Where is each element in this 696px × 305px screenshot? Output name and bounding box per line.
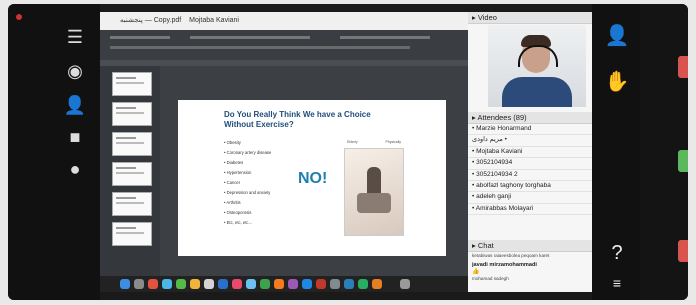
slide-photo: Elderly Physically xyxy=(344,140,404,236)
app-icon[interactable] xyxy=(176,279,186,289)
meeting-window: ☰ ◉ 👤 ■ ● ‏پنجشنبه — Copy.pdf Mojtaba Ka… xyxy=(8,4,688,300)
chat-sender: javadi mirzamohammadi xyxy=(472,262,537,268)
mac-dock xyxy=(100,276,468,292)
help-icon[interactable]: ? xyxy=(604,240,630,266)
app-icon[interactable] xyxy=(302,279,312,289)
shared-screen: ‏پنجشنبه — Copy.pdf Mojtaba Kaviani Do Y… xyxy=(100,12,468,292)
app-icon[interactable] xyxy=(190,279,200,289)
bullet: Obesity xyxy=(224,138,271,148)
chat-header[interactable]: ▸ Chat xyxy=(468,240,592,252)
attendee-item[interactable]: Amirabbas Molayari xyxy=(468,204,592,216)
bullet: Diabetes xyxy=(224,158,271,168)
page-thumbnail[interactable] xyxy=(112,72,152,96)
bullet: Depression and anxiety xyxy=(224,188,271,198)
attendee-item[interactable]: abolfazl taghony torghaba xyxy=(468,181,592,193)
app-icon[interactable] xyxy=(162,279,172,289)
app-icon[interactable] xyxy=(330,279,340,289)
photo-caption-right: Physically xyxy=(385,140,401,144)
current-slide: Do You Really Think We have a Choice Wit… xyxy=(178,100,446,256)
slide-bullets: Obesity Coronary artery disease Diabetes… xyxy=(224,138,271,228)
app-icon[interactable] xyxy=(204,279,214,289)
desktop-edge xyxy=(640,4,688,300)
app-icon[interactable] xyxy=(232,279,242,289)
chat-header-label: Chat xyxy=(477,241,494,250)
user-icon[interactable]: 👤 xyxy=(604,22,630,48)
edge-tab[interactable] xyxy=(678,56,688,78)
attendee-item[interactable]: 3052104934 2 xyxy=(468,170,592,181)
shared-window-title: ‏پنجشنبه — Copy.pdf Mojtaba Kaviani xyxy=(100,12,468,30)
left-rail: ☰ ◉ 👤 ■ ● xyxy=(8,4,100,300)
video-panel: ▸ Video xyxy=(468,12,592,110)
raise-hand-icon[interactable]: ✋ xyxy=(604,68,630,94)
page-thumbnail[interactable] xyxy=(112,222,152,246)
attendee-list: Marzie Honarmand مریم داودی Mojtaba Kavi… xyxy=(468,124,592,216)
thumbnail-panel[interactable] xyxy=(100,66,160,276)
bullet: Osteoporosis xyxy=(224,208,271,218)
app-icon[interactable] xyxy=(246,279,256,289)
page-thumbnail[interactable] xyxy=(112,132,152,156)
app-icon[interactable] xyxy=(134,279,144,289)
edge-tab[interactable] xyxy=(678,150,688,172)
page-thumbnail[interactable] xyxy=(112,162,152,186)
document-owner: Mojtaba Kaviani xyxy=(189,17,239,24)
bullet: Cancer xyxy=(224,178,271,188)
slide-emphasis: NO! xyxy=(298,170,328,187)
thumbs-up-icon: 👍 xyxy=(472,269,480,275)
chat-icon[interactable]: ● xyxy=(62,158,88,180)
attendee-item[interactable]: Marzie Honarmand xyxy=(468,124,592,136)
slide-title: Do You Really Think We have a Choice Wit… xyxy=(224,110,371,129)
bullet: Coronary artery disease xyxy=(224,148,272,158)
attendees-header-label: Attendees (89) xyxy=(477,113,527,122)
video-header-label: Video xyxy=(477,13,497,22)
app-icon[interactable] xyxy=(372,279,382,289)
attendee-item[interactable]: Mojtaba Kaviani xyxy=(468,147,592,159)
attendees-header[interactable]: ▸ Attendees (89) xyxy=(468,112,592,124)
right-controls: 👤 ✋ ? ≡ xyxy=(592,4,640,300)
camera-icon[interactable]: ■ xyxy=(62,126,88,148)
photo-caption-left: Elderly xyxy=(347,140,358,144)
chat-next-sender: mohamad sadegh xyxy=(472,276,509,281)
attendee-item[interactable]: مریم داودی xyxy=(468,135,592,147)
app-icon[interactable] xyxy=(274,279,284,289)
app-icon[interactable] xyxy=(316,279,326,289)
attendee-item[interactable]: adeleh ganji xyxy=(468,192,592,204)
trash-icon[interactable] xyxy=(400,279,410,289)
app-icon[interactable] xyxy=(358,279,368,289)
finder-icon[interactable] xyxy=(120,279,130,289)
page-thumbnail[interactable] xyxy=(112,102,152,126)
page-thumbnail[interactable] xyxy=(112,192,152,216)
presenter-video xyxy=(488,25,586,107)
slide-stage: Do You Really Think We have a Choice Wit… xyxy=(160,66,468,276)
participants-icon[interactable]: 👤 xyxy=(62,94,88,116)
menu-icon[interactable]: ≡ xyxy=(604,270,630,296)
attendee-item[interactable]: 3052104934 xyxy=(468,158,592,170)
video-header[interactable]: ▸ Video xyxy=(468,12,592,24)
app-icon[interactable] xyxy=(218,279,228,289)
bullet: Etc, etc, etc… xyxy=(224,218,271,228)
right-panel: ▸ Video ▸ Attendees (89) Marzie Honarman… xyxy=(468,12,592,292)
app-icon[interactable] xyxy=(148,279,158,289)
chat-panel: ▸ Chat ketabiwas raiaeesbolea peqoam kar… xyxy=(468,240,592,292)
record-icon[interactable]: ◉ xyxy=(62,60,88,82)
edge-tab[interactable] xyxy=(678,240,688,262)
attendees-panel: ▸ Attendees (89) Marzie Honarmand مریم د… xyxy=(468,112,592,238)
app-icon[interactable] xyxy=(344,279,354,289)
document-name: ‏پنجشنبه — Copy.pdf xyxy=(120,17,182,24)
app-icon[interactable] xyxy=(288,279,298,289)
viewer-toolbar[interactable] xyxy=(100,30,468,60)
record-indicator xyxy=(16,14,22,20)
grid-icon[interactable]: ☰ xyxy=(62,26,88,48)
bullet: Arthritis xyxy=(224,198,271,208)
app-icon[interactable] xyxy=(260,279,270,289)
chat-message-preview: ketabiwas raiaeesbolea peqoam karet xyxy=(472,253,550,258)
bullet: Hypertension xyxy=(224,168,271,178)
